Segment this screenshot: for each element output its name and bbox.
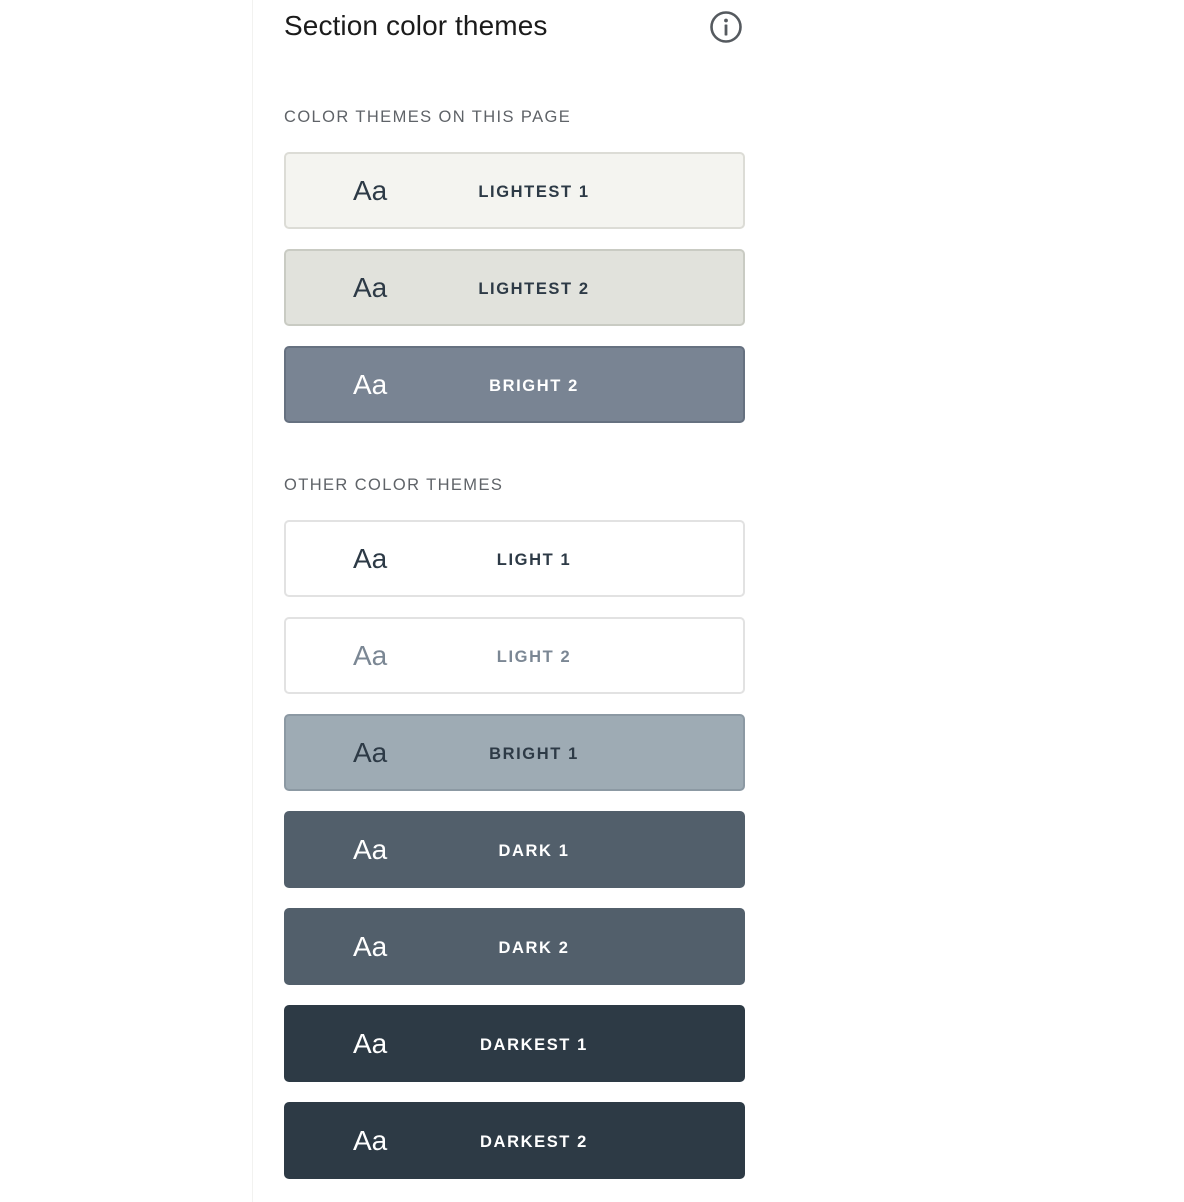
theme-sample-text: Aa: [353, 737, 388, 768]
theme-sample-text: Aa: [353, 1028, 388, 1059]
theme-sample-text: Aa: [353, 1125, 388, 1156]
theme-sample-text: Aa: [353, 272, 388, 303]
theme-sample-text: Aa: [353, 640, 388, 671]
panel-header: Section color themes: [284, 8, 744, 48]
theme-name-label: DARKEST 1: [480, 1036, 588, 1054]
theme-card-dark-1[interactable]: Aa DARK 1: [284, 811, 745, 888]
theme-name-label: DARK 1: [498, 842, 570, 860]
theme-sample-text: Aa: [353, 543, 388, 574]
page-themes-list: Aa LIGHTEST 1 Aa LIGHTEST 2 Aa BRIGHT 2: [284, 152, 745, 443]
other-themes-list: Aa LIGHT 1 Aa LIGHT 2 Aa BRIGHT 1 Aa DARK 1 Aa DA…: [284, 520, 745, 1199]
theme-card-lightest-1[interactable]: Aa LIGHTEST 1: [284, 152, 745, 229]
other-themes-label: OTHER COLOR THEMES: [284, 476, 504, 494]
theme-card-lightest-2[interactable]: Aa LIGHTEST 2: [284, 249, 745, 326]
page: Section color themes COLOR THEMES ON THI…: [0, 0, 1184, 1202]
left-background: [0, 0, 252, 1202]
theme-name-label: LIGHT 2: [496, 648, 572, 666]
theme-name-label: LIGHTEST 1: [478, 183, 590, 201]
theme-name-label: LIGHTEST 2: [478, 280, 590, 298]
theme-card-darkest-1[interactable]: Aa DARKEST 1: [284, 1005, 745, 1082]
theme-card-bright-1[interactable]: Aa BRIGHT 1: [284, 714, 745, 791]
theme-sample-text: Aa: [353, 834, 388, 865]
theme-name-label: BRIGHT 2: [489, 377, 579, 395]
theme-sample-text: Aa: [353, 369, 388, 400]
theme-name-label: LIGHT 1: [496, 551, 572, 569]
theme-name-label: DARK 2: [498, 939, 570, 957]
page-themes-label: COLOR THEMES ON THIS PAGE: [284, 108, 572, 126]
info-circle-icon: [710, 11, 742, 43]
theme-card-light-1[interactable]: Aa LIGHT 1: [284, 520, 745, 597]
theme-sample-text: Aa: [353, 175, 388, 206]
theme-name-label: BRIGHT 1: [489, 745, 579, 763]
panel-title: Section color themes: [284, 10, 548, 41]
section-color-themes-panel: Section color themes COLOR THEMES ON THI…: [252, 0, 773, 1202]
theme-card-darkest-2[interactable]: Aa DARKEST 2: [284, 1102, 745, 1179]
info-button[interactable]: [709, 10, 743, 44]
theme-name-label: DARKEST 2: [480, 1133, 588, 1151]
theme-sample-text: Aa: [353, 931, 388, 962]
theme-card-bright-2[interactable]: Aa BRIGHT 2: [284, 346, 745, 423]
theme-card-light-2[interactable]: Aa LIGHT 2: [284, 617, 745, 694]
theme-card-dark-2[interactable]: Aa DARK 2: [284, 908, 745, 985]
